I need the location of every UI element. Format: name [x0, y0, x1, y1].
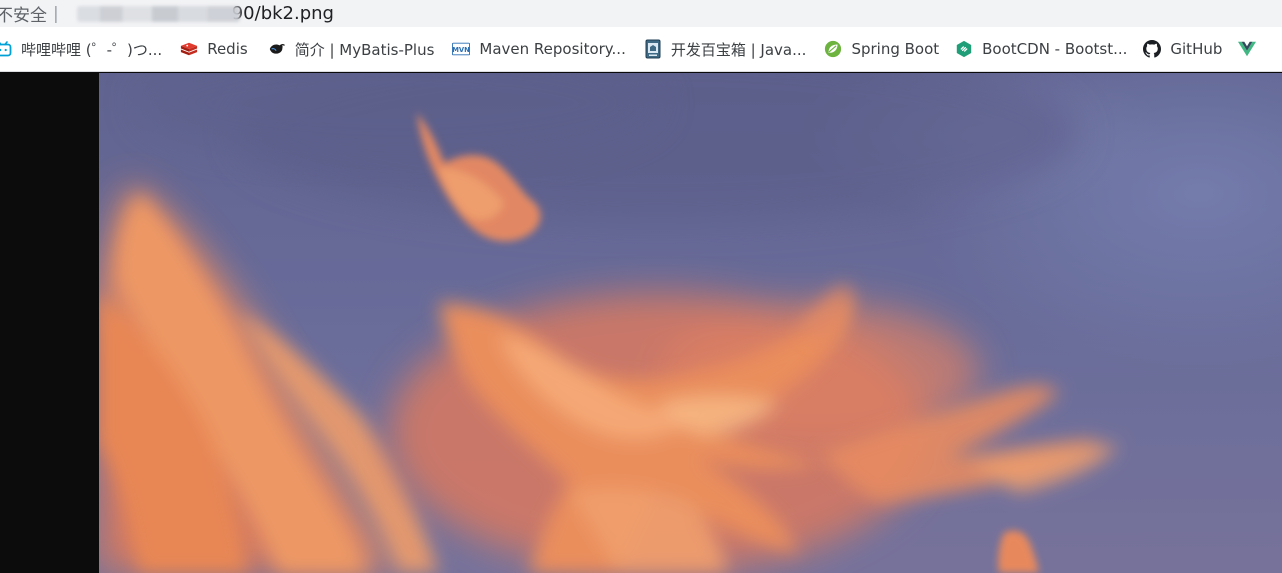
- bookmark-mybatis-plus[interactable]: 简介 | MyBatis-Plus: [262, 33, 445, 65]
- bookmark-label: 开发百宝箱 | Java...: [670, 40, 807, 59]
- security-indicator[interactable]: 不安全: [0, 1, 47, 26]
- mybatis-bird-icon: [268, 40, 286, 58]
- address-separator: |: [53, 3, 59, 24]
- svg-text:MVN: MVN: [453, 46, 471, 54]
- bookmark-label: Spring Boot: [851, 40, 940, 58]
- bookmark-label: 简介 | MyBatis-Plus: [294, 40, 435, 59]
- bookmarks-bar: 哔哩哔哩 (゜-゜)つ... Redis 简介 | MyBatis-Plus M…: [0, 27, 1282, 72]
- mvn-icon: MVN: [452, 40, 471, 58]
- bookmark-label: Maven Repository...: [479, 40, 626, 58]
- address-bar[interactable]: 不安全 | 90/bk2.png: [0, 0, 1282, 27]
- github-icon: [1143, 40, 1162, 58]
- bookmark-vue-partial[interactable]: [1238, 33, 1257, 65]
- bookmark-label: GitHub: [1170, 40, 1223, 58]
- page-viewport: [0, 73, 1282, 573]
- bookmark-dev-toolbox[interactable]: 开发百宝箱 | Java...: [638, 33, 817, 65]
- bookmark-redis[interactable]: Redis: [174, 33, 257, 65]
- vue-icon: [1238, 40, 1257, 58]
- sunset-clouds-photo: [99, 73, 1282, 573]
- bookmark-maven-repository[interactable]: MVN Maven Repository...: [446, 33, 635, 65]
- toolbox-icon: [644, 39, 662, 59]
- bookmark-label: BootCDN - Bootst...: [982, 40, 1128, 58]
- bootcdn-icon: [955, 40, 973, 58]
- bookmark-spring-boot[interactable]: Spring Boot: [818, 33, 949, 65]
- redis-icon: [180, 40, 198, 58]
- bookmark-bilibili[interactable]: 哔哩哔哩 (゜-゜)つ...: [0, 33, 172, 65]
- background-image: [99, 73, 1282, 573]
- bookmark-bootcdn[interactable]: BootCDN - Bootst...: [949, 33, 1137, 65]
- bookmark-github[interactable]: GitHub: [1137, 33, 1232, 65]
- url-redacted-host: [76, 5, 240, 22]
- bilibili-icon: [0, 40, 12, 58]
- url-path[interactable]: 90/bk2.png: [232, 3, 334, 24]
- bookmark-label: 哔哩哔哩 (゜-゜)つ...: [21, 40, 163, 59]
- bookmark-label: Redis: [207, 40, 248, 58]
- spring-leaf-icon: [824, 40, 842, 58]
